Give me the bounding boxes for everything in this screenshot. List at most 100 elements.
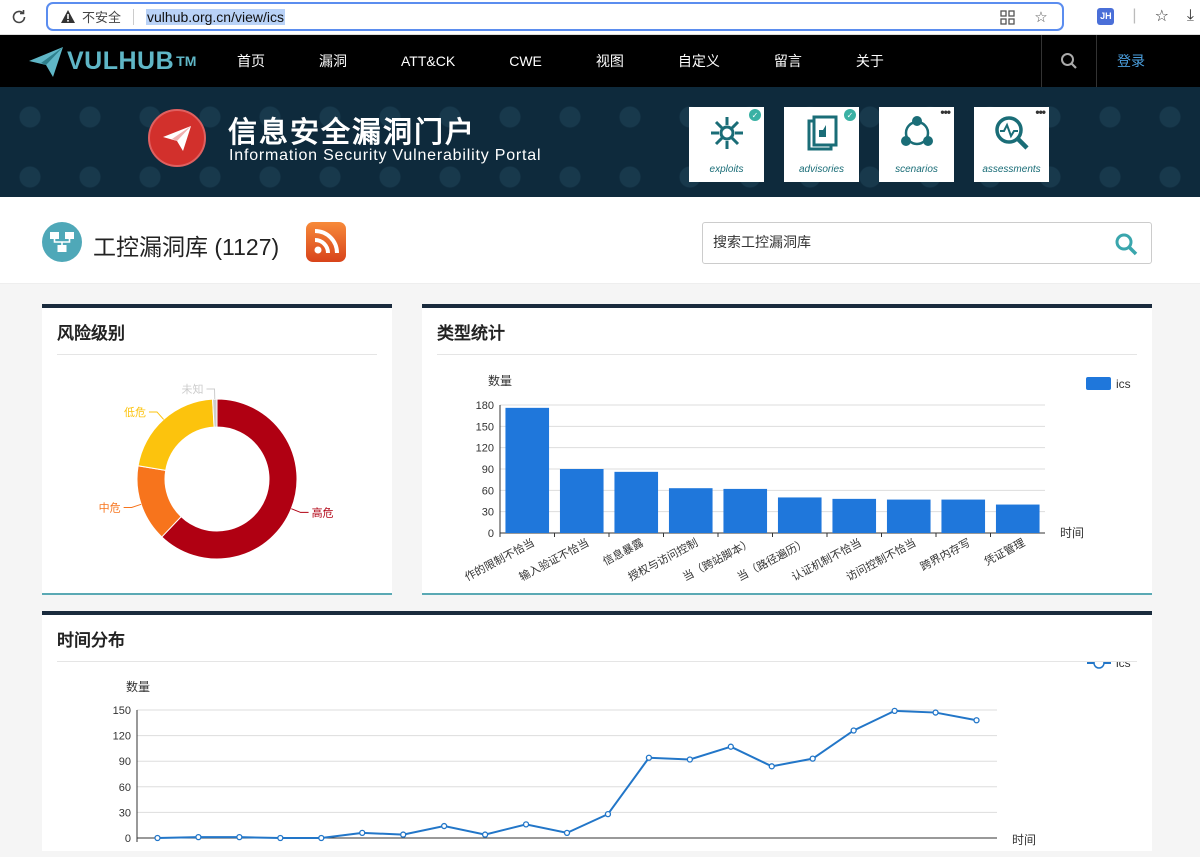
- type-bar-chart: 0306090120150180数量时间作的限制不恰当输入验证不恰当 信息暴露授权…: [462, 373, 1131, 584]
- x-axis-title: 时间: [1060, 526, 1084, 540]
- y-tick-label: 30: [119, 807, 131, 819]
- tile-label: advisories: [798, 164, 845, 175]
- bar-4: [723, 488, 768, 533]
- tile-label: exploits: [709, 164, 744, 175]
- scenarios-icon: [900, 116, 933, 146]
- data-point-13: [686, 756, 694, 763]
- reload-icon[interactable]: [8, 6, 30, 28]
- donut-slice-2: [137, 398, 215, 471]
- x-axis-title: 时间: [1012, 833, 1036, 847]
- url-text[interactable]: vulhub.org.cn/view/ics: [146, 8, 285, 25]
- nav-custom[interactable]: 自定义: [651, 35, 747, 87]
- time-line-chart: 0 30 60 90 120 150 数量时间 ics: [113, 656, 1131, 847]
- donut-leader-1: [123, 503, 142, 508]
- downloads-icon[interactable]: ⤓: [1187, 7, 1194, 25]
- nav-views[interactable]: 视图: [569, 35, 651, 87]
- nav-messages[interactable]: 留言: [747, 35, 829, 87]
- nav-attck[interactable]: ATT&CK: [374, 35, 482, 87]
- tile-advisories[interactable]: ✓ advisories: [784, 107, 859, 182]
- portal-tiles: ✓ exploits ✓ advisories ••• scenarios ••…: [689, 105, 1049, 182]
- advisories-icon: [807, 115, 837, 151]
- legend-marker: [1093, 657, 1105, 669]
- tile-assessments[interactable]: ••• assessments: [974, 105, 1049, 182]
- login-link[interactable]: 登录: [1098, 35, 1164, 87]
- ics-search-input[interactable]: [713, 223, 1093, 261]
- page-header: 工控漏洞库 (1127): [0, 197, 1200, 284]
- url-separator: [133, 8, 135, 25]
- app-grid-icon[interactable]: [998, 8, 1016, 26]
- nav-home[interactable]: 首页: [210, 35, 292, 87]
- donut-label-2: 低危: [124, 406, 146, 419]
- ics-search-button[interactable]: [1113, 231, 1139, 257]
- y-tick-label: 30: [482, 507, 494, 519]
- y-tick-label: 90: [482, 464, 494, 476]
- tile-exploits[interactable]: ✓ exploits: [689, 107, 764, 182]
- nav-vulnerabilities[interactable]: 漏洞: [292, 35, 374, 87]
- ics-search-box: [702, 222, 1152, 264]
- time-panel-title: 时间分布: [57, 626, 1137, 662]
- data-point-12: [645, 754, 653, 761]
- donut-label-1: 中危: [99, 501, 121, 514]
- data-point-2: [236, 833, 243, 841]
- legend-label: ics: [1116, 662, 1131, 670]
- warning-icon[interactable]: [60, 9, 76, 25]
- data-point-6: [400, 831, 407, 838]
- y-tick-label: 60: [119, 782, 131, 794]
- nav-about[interactable]: 关于: [829, 35, 911, 87]
- assessments-icon: [994, 116, 1029, 150]
- brand-logo-icon[interactable]: [148, 109, 206, 167]
- search-icon: [1061, 53, 1077, 69]
- favorites-icon[interactable]: ☆: [1155, 6, 1169, 26]
- toolbar-divider: |: [1132, 7, 1137, 24]
- y-tick-label: 90: [119, 756, 131, 768]
- data-point-20: [973, 717, 980, 724]
- data-point-9: [522, 821, 530, 828]
- insecure-label[interactable]: 不安全: [82, 7, 121, 26]
- donut-leader-0: [291, 508, 309, 513]
- data-point-19: [932, 709, 939, 716]
- type-stats-panel: 类型统计 0 30 60 90 120 150 180 数量 时间 作的限制不恰当 输入验证不恰当信…: [422, 304, 1152, 595]
- data-point-11: [604, 810, 612, 818]
- tile-label: assessments: [982, 164, 1041, 175]
- bar-7: [886, 499, 931, 533]
- data-point-17: [850, 727, 857, 734]
- vulhub-logo[interactable]: VULHUB TM: [27, 43, 196, 79]
- portal-title-en: Information Security Vulnerability Porta…: [229, 147, 542, 164]
- tile-scenarios[interactable]: ••• scenarios: [879, 105, 954, 182]
- rss-icon[interactable]: [306, 222, 346, 262]
- bar-8: [941, 499, 986, 533]
- y-axis-title: 数量: [126, 679, 150, 694]
- donut-label-3: 未知: [181, 382, 203, 396]
- time-distribution-panel: 时间分布 0 30 60 90 120 150 数量 时间 ics: [42, 611, 1152, 851]
- portal-banner: 信息安全漏洞门户 Information Security Vulnerabil…: [0, 87, 1200, 197]
- nav-search-button[interactable]: [1041, 35, 1097, 87]
- logo-text: VULHUB: [67, 46, 175, 75]
- vulhub-logo-icon: [29, 47, 63, 77]
- bar-0: [505, 407, 550, 533]
- data-point-8: [481, 831, 489, 838]
- risk-panel-title: 风险级别: [57, 319, 377, 355]
- donut-leader-3: [206, 388, 216, 400]
- profile-badge-icon[interactable]: JH: [1097, 7, 1115, 25]
- y-tick-label: 180: [476, 400, 494, 412]
- data-point-18: [891, 707, 898, 715]
- legend-swatch: [1086, 377, 1111, 390]
- main-menu: 首页 漏洞 ATT&CK CWE 视图 自定义 留言 关于: [210, 35, 911, 87]
- page-title: 工控漏洞库 (1127): [93, 234, 280, 260]
- donut-leader-2: [148, 411, 165, 420]
- tile-label: scenarios: [895, 164, 938, 175]
- type-panel-title: 类型统计: [437, 319, 1137, 355]
- nav-cwe[interactable]: CWE: [482, 35, 569, 87]
- y-tick-label: 120: [113, 731, 131, 743]
- y-tick-label: 150: [113, 705, 131, 717]
- bar-9: [995, 504, 1040, 533]
- add-favorite-icon[interactable]: ☆: [1032, 8, 1050, 26]
- exploits-icon: [710, 117, 743, 149]
- bar-1: [559, 469, 604, 533]
- address-bar[interactable]: 不安全 vulhub.org.cn/view/ics ☆: [46, 2, 1064, 31]
- x-tick-label: 凭证管理: [982, 535, 1027, 568]
- legend-label: ics: [1116, 377, 1131, 391]
- x-tick-label: 信息暴露: [600, 535, 645, 568]
- network-icon: [42, 222, 82, 262]
- y-tick-label: 0: [488, 528, 494, 540]
